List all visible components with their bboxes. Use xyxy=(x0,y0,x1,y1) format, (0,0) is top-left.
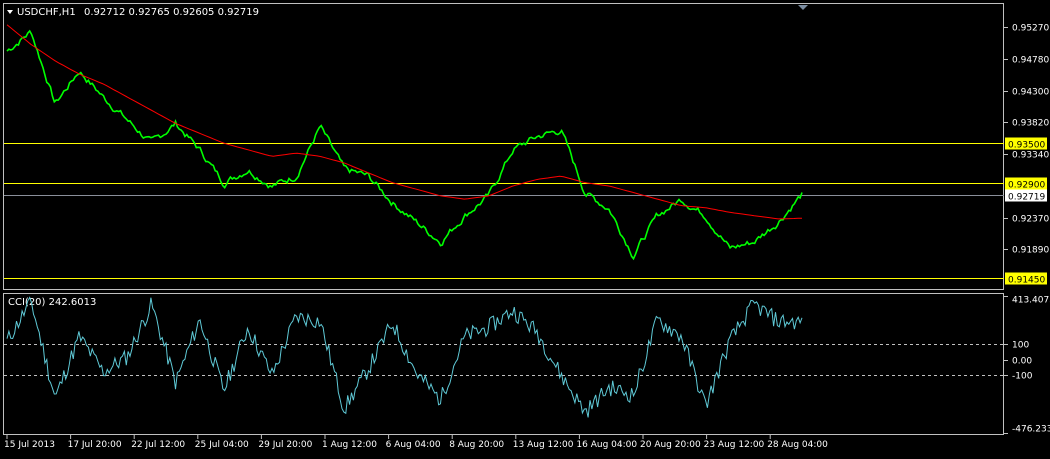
price-axis-tick-label: 0.93820 xyxy=(1012,119,1049,129)
level-price-label: 0.92900 xyxy=(1008,181,1045,191)
time-axis-tick-label: 17 Jul 20:00 xyxy=(68,440,122,450)
cci-axis-tick-label: 100 xyxy=(1012,341,1029,351)
time-axis-tick-label: 6 Aug 04:00 xyxy=(386,440,441,450)
cci-label: CCI(20) 242.6013 xyxy=(8,297,96,308)
time-axis-tick-label: 20 Aug 20:00 xyxy=(640,440,701,450)
time-axis-tick-label: 1 Aug 12:00 xyxy=(322,440,377,450)
time-axis-tick-label: 25 Jul 04:00 xyxy=(195,440,249,450)
current-price-label: 0.92719 xyxy=(1008,193,1045,203)
time-axis-tick-label: 15 Jul 2013 xyxy=(4,440,55,450)
shift-marker-icon[interactable] xyxy=(798,5,808,10)
ohlc-values: 0.92712 0.92765 0.92605 0.92719 xyxy=(84,7,259,18)
chart-window[interactable]: USDCHF,H1 0.92712 0.92765 0.92605 0.9271… xyxy=(0,0,1050,455)
chart-canvas[interactable]: USDCHF,H1 0.92712 0.92765 0.92605 0.9271… xyxy=(0,0,1050,455)
cci-axis-tick-label: -476.2339 xyxy=(1012,425,1050,435)
time-axis-tick-label: 23 Aug 12:00 xyxy=(704,440,765,450)
time-axis-tick-label: 13 Aug 12:00 xyxy=(513,440,574,450)
cci-axis-tick-label: -100 xyxy=(1012,372,1033,382)
price-axis-tick-label: 0.93340 xyxy=(1012,151,1049,161)
price-axis-tick-label: 0.91890 xyxy=(1012,246,1049,256)
time-axis-tick-label: 16 Aug 04:00 xyxy=(576,440,637,450)
level-price-label: 0.91450 xyxy=(1008,276,1045,286)
cci-axis-tick-label: 413.4073 xyxy=(1012,296,1050,306)
price-line xyxy=(6,29,803,261)
price-axis-tick-label: 0.95270 xyxy=(1012,24,1049,34)
price-axis-tick-label: 0.94300 xyxy=(1012,88,1049,98)
cci-axis-tick-label: 0.00 xyxy=(1012,357,1032,367)
time-axis-tick-label: 22 Jul 12:00 xyxy=(131,440,185,450)
level-price-label: 0.93500 xyxy=(1008,141,1045,151)
price-axis-tick-label: 0.94780 xyxy=(1012,56,1049,66)
price-axis-tick-label: 0.92370 xyxy=(1012,215,1049,225)
symbol-label: USDCHF,H1 xyxy=(17,7,76,18)
time-axis-tick-label: 29 Jul 20:00 xyxy=(258,440,312,450)
time-axis-tick-label: 8 Aug 20:00 xyxy=(449,440,504,450)
moving-average-line xyxy=(6,24,803,220)
dropdown-arrow-icon[interactable] xyxy=(7,10,13,14)
cci-line xyxy=(6,296,803,418)
time-axis-tick-label: 28 Aug 04:00 xyxy=(767,440,828,450)
price-pane-frame xyxy=(3,3,1004,290)
